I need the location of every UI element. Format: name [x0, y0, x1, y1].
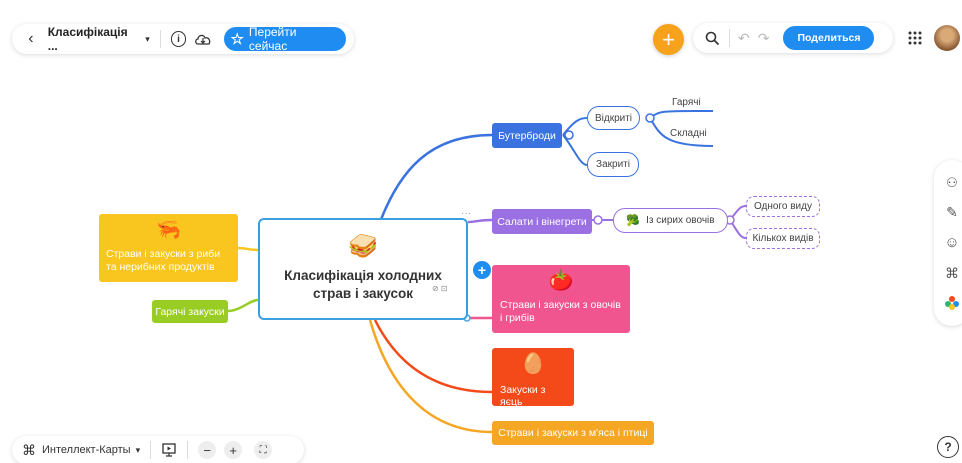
link-closed	[562, 134, 588, 166]
branch-meat[interactable]: Страви і закуски з м'яса і птиці	[492, 421, 654, 445]
egg-icon: 🥚	[520, 353, 546, 375]
divider	[187, 441, 189, 459]
link-eggs	[373, 319, 493, 394]
node-one-kind[interactable]: Одного виду	[746, 196, 820, 217]
node-many-kinds-label: Кількох видів	[752, 233, 814, 244]
link-sandwiches	[378, 133, 493, 223]
branch-eggs[interactable]: 🥚 Закуски з яєць	[492, 348, 574, 408]
link-hot	[227, 298, 259, 313]
go-now-button[interactable]: ☆ Перейти сейчас	[224, 25, 347, 53]
mode-label[interactable]: Интеллект-Карты	[42, 444, 131, 456]
branch-veg-mushroom[interactable]: 🍅 Страви і закуски з овочів і грибів	[492, 265, 630, 333]
branch-fish-label: Страви і закуски з риби та нерибних прод…	[106, 248, 221, 273]
star-icon: ☆	[230, 31, 244, 48]
document-title[interactable]: Класифікація ...	[48, 25, 139, 53]
branch-salads[interactable]: Салати і вінегрети	[492, 209, 592, 234]
node-one-kind-label: Одного виду	[754, 201, 812, 212]
node-many-kinds[interactable]: Кількох видів	[746, 228, 820, 249]
branch-hot-snacks-label: Гарячі закуски	[155, 305, 225, 318]
mindmap-icon[interactable]: ⌘	[22, 442, 36, 459]
branch-fish[interactable]: 🦐 Страви і закуски з риби та нерибних пр…	[99, 214, 238, 282]
link-fish	[237, 246, 259, 252]
divider	[729, 29, 730, 47]
help-button[interactable]: ?	[937, 436, 959, 458]
attachment-icon[interactable]: ⊘ ⊡	[432, 284, 448, 293]
branch-veg-mushroom-label: Страви і закуски з овочів і грибів	[500, 299, 621, 324]
apps-grid-icon[interactable]	[908, 31, 922, 45]
top-left-toolbar: ‹ Класифікація ... ▾ i ☆ Перейти сейчас	[12, 24, 354, 54]
central-more-icon[interactable]: ···	[461, 208, 471, 219]
branch-salads-label: Салати і вінегрети	[497, 215, 587, 228]
branch-sandwiches[interactable]: Бутерброди	[492, 123, 562, 148]
branch-meat-label: Страви і закуски з м'яса і птиці	[498, 427, 648, 439]
cloud-icon[interactable]	[194, 32, 212, 46]
structure-icon[interactable]: ⌘	[945, 265, 959, 282]
mode-chevron-icon[interactable]: ▾	[136, 445, 141, 456]
color-theme-icon[interactable]	[944, 295, 960, 311]
zoom-out-icon[interactable]: −	[198, 441, 217, 459]
broccoli-icon: 🥦	[626, 215, 641, 227]
branch-eggs-label: Закуски з яєць	[500, 384, 546, 408]
node-open[interactable]: Відкриті	[587, 106, 640, 130]
node-closed-label: Закриті	[596, 159, 630, 170]
search-icon[interactable]	[703, 31, 721, 46]
node-complex-sub[interactable]: Складні	[670, 128, 707, 139]
node-hot-sub[interactable]: Гарячі	[672, 97, 701, 108]
zoom-in-icon[interactable]: +	[224, 441, 243, 459]
link-salads	[467, 218, 493, 224]
central-topic[interactable]: 🥪 Класифікація холодних страв і закусок …	[258, 218, 468, 320]
chevron-down-icon[interactable]: ▾	[145, 34, 150, 45]
branch-sandwiches-label: Бутерброди	[498, 129, 556, 142]
outline-icon[interactable]: ⚇	[946, 175, 958, 191]
node-raw-veg-label: Із сирих овочів	[646, 215, 715, 226]
back-icon[interactable]: ‹	[24, 30, 38, 48]
node-closed[interactable]: Закриті	[587, 152, 639, 177]
style-brush-icon[interactable]: ✎	[946, 204, 958, 221]
link-hot-sub	[649, 109, 714, 119]
sandwich-icon: 🥪	[348, 233, 378, 261]
divider	[159, 30, 161, 48]
info-icon[interactable]: i	[170, 31, 187, 47]
divider	[150, 441, 152, 459]
presentation-icon[interactable]	[161, 442, 177, 458]
help-icon: ?	[944, 440, 952, 454]
add-child-button[interactable]: +	[473, 261, 491, 279]
central-topic-label: Класифікація холодних страв і закусок	[284, 268, 442, 301]
node-raw-veg[interactable]: 🥦 Із сирих овочів	[613, 208, 728, 233]
fit-screen-icon[interactable]: ⛶	[254, 441, 273, 459]
avatar[interactable]	[934, 25, 960, 51]
bottom-toolbar: ⌘ Интеллект-Карты ▾ − + ⛶	[12, 436, 304, 463]
node-open-label: Відкриті	[594, 112, 633, 124]
undo-icon[interactable]: ↶	[738, 30, 750, 47]
emoji-icon[interactable]: ☺	[944, 234, 959, 251]
share-button[interactable]: Поделиться	[783, 26, 875, 50]
branch-hot-snacks[interactable]: Гарячі закуски	[152, 300, 228, 323]
redo-icon[interactable]: ↷	[758, 30, 770, 47]
tomato-icon: 🍅	[548, 270, 574, 292]
link-meat	[368, 319, 493, 434]
share-label: Поделиться	[797, 32, 861, 44]
add-button[interactable]: +	[653, 24, 684, 55]
shrimp-icon: 🦐	[156, 219, 181, 241]
mind-map-app: { "toolbar": { "back_label": "‹", "doc_t…	[0, 0, 962, 463]
right-side-panel: ⚇ ✎ ☺ ⌘	[934, 160, 962, 326]
go-now-label: Перейти сейчас	[248, 25, 297, 53]
top-right-toolbar: ↶ ↷ Поделиться	[693, 23, 893, 53]
